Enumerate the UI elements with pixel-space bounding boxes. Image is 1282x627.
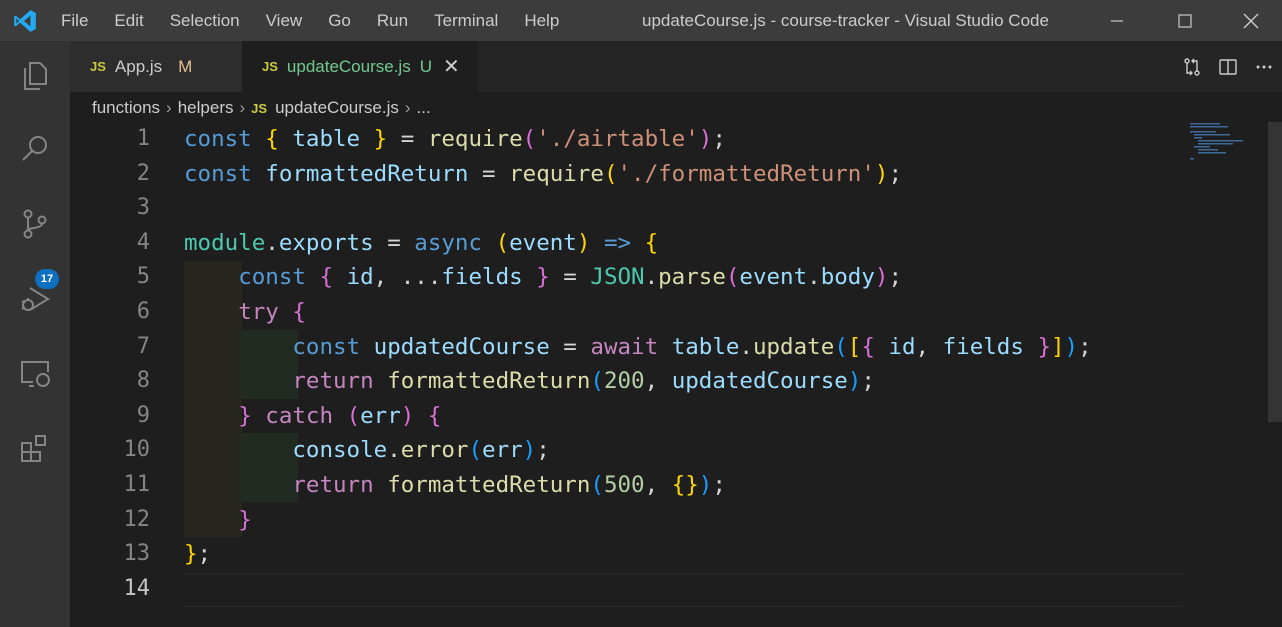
line-number: 14	[123, 575, 151, 601]
code-area[interactable]: const { table } = require('./airtable');…	[184, 122, 1092, 606]
search-icon	[22, 136, 47, 161]
code-line[interactable]: module.exports = async (event) => {	[184, 226, 1092, 261]
line-number: 4	[136, 229, 150, 255]
minimize-button[interactable]	[1094, 0, 1140, 41]
extensions-button[interactable]	[14, 427, 56, 469]
close-window-button[interactable]	[1228, 0, 1274, 41]
line-number: 12	[123, 506, 151, 532]
line-number: 8	[136, 368, 150, 394]
code-line[interactable]: const { id, ...fields } = JSON.parse(eve…	[184, 260, 1092, 295]
line-number: 2	[136, 160, 150, 186]
code-line[interactable]: };	[184, 537, 1092, 572]
more-icon	[1256, 65, 1272, 68]
line-number-gutter: 1 2 3 4 5 6 7 8 9 10 11 12 13 14	[70, 122, 151, 606]
tab-close-icon[interactable]: ✕	[443, 54, 460, 79]
activity-bar: 17	[0, 41, 70, 627]
code-line[interactable]: console.error(err);	[184, 433, 1092, 468]
chevron-right-icon: ›	[404, 98, 411, 117]
more-actions-button[interactable]	[1246, 57, 1282, 77]
vscode-logo-icon	[14, 10, 36, 32]
menu-file[interactable]: File	[48, 11, 101, 31]
breadcrumb: functions › helpers › JS updateCourse.js…	[92, 96, 431, 120]
code-line[interactable]: }	[184, 503, 1092, 538]
code-line[interactable]: return formattedReturn(500, {});	[184, 468, 1092, 503]
menu-terminal[interactable]: Terminal	[421, 11, 511, 31]
js-file-icon: JS	[262, 59, 278, 74]
menu-go[interactable]: Go	[315, 11, 364, 31]
line-number: 3	[136, 195, 150, 221]
compare-changes-icon	[1184, 57, 1200, 76]
code-editor[interactable]: 1 2 3 4 5 6 7 8 9 10 11 12 13 14 const {…	[70, 122, 1282, 627]
window-title: updateCourse.js - course-tracker - Visua…	[642, 11, 1049, 30]
menu-view[interactable]: View	[253, 11, 316, 31]
tab-label: updateCourse.js	[286, 56, 411, 76]
line-number: 5	[136, 264, 150, 290]
run-debug-button[interactable]	[14, 278, 56, 320]
chevron-right-icon: ›	[166, 98, 172, 117]
remote-explorer-icon	[21, 361, 50, 387]
menu-help[interactable]: Help	[511, 11, 572, 31]
line-number: 10	[123, 437, 151, 463]
breadcrumb-item[interactable]: updateCourse.js	[275, 98, 399, 118]
remote-explorer-button[interactable]	[14, 352, 56, 394]
breadcrumb-item[interactable]: functions	[92, 98, 160, 118]
code-line[interactable]: const updatedCourse = await table.update…	[184, 330, 1091, 365]
source-control-icon	[23, 209, 47, 239]
split-editor-icon	[1219, 58, 1237, 75]
line-number: 1	[136, 126, 150, 151]
minimap[interactable]	[1190, 122, 1265, 162]
line-number: 13	[123, 541, 151, 567]
chevron-right-icon: ›	[239, 98, 246, 117]
open-changes-button[interactable]	[1174, 57, 1210, 77]
source-control-button[interactable]	[14, 203, 56, 245]
explorer-button[interactable]	[14, 54, 56, 96]
split-editor-button[interactable]	[1210, 57, 1246, 77]
code-line[interactable]: const { table } = require('./airtable');	[184, 122, 1092, 157]
close-icon	[1243, 13, 1259, 28]
line-number: 11	[123, 471, 151, 497]
js-file-icon: JS	[90, 59, 106, 74]
code-line[interactable]: const formattedReturn = require('./forma…	[184, 157, 1092, 192]
tab-bar: JS App.js M JS updateCourse.js U ✕	[70, 41, 1282, 92]
vertical-scrollbar[interactable]	[1268, 122, 1282, 422]
tab-label: App.js	[114, 56, 163, 76]
code-line[interactable]: return formattedReturn(200, updatedCours…	[184, 364, 1092, 399]
menu-edit[interactable]: Edit	[101, 11, 156, 31]
menu-bar: File Edit Selection View Go Run Terminal…	[48, 0, 572, 41]
line-number: 7	[136, 333, 150, 359]
maximize-button[interactable]	[1162, 0, 1208, 41]
js-file-icon: JS	[251, 100, 268, 116]
editor-actions	[1174, 41, 1282, 92]
menu-selection[interactable]: Selection	[157, 11, 253, 31]
title-bar: File Edit Selection View Go Run Terminal…	[0, 0, 1282, 41]
search-button[interactable]	[14, 128, 56, 170]
breadcrumb-item[interactable]: ...	[417, 98, 431, 118]
run-debug-icon	[21, 287, 50, 311]
line-number: 6	[136, 298, 150, 324]
minimize-icon	[1111, 19, 1123, 22]
maximize-icon	[1178, 13, 1192, 28]
line-number: 9	[136, 402, 150, 428]
menu-run[interactable]: Run	[364, 11, 421, 31]
explorer-icon	[24, 62, 47, 90]
minimap-preview	[1190, 123, 1243, 160]
tab-app-js[interactable]: JS App.js M	[70, 41, 242, 92]
extensions-icon	[21, 435, 46, 462]
code-line[interactable]	[184, 191, 1092, 226]
tab-update-course-js[interactable]: JS updateCourse.js U ✕	[242, 41, 478, 92]
code-line[interactable]: try {	[184, 295, 1092, 330]
breadcrumb-item[interactable]: helpers	[178, 98, 234, 118]
tab-git-status: U	[419, 56, 432, 76]
code-line[interactable]	[184, 572, 1092, 607]
tab-git-status: M	[178, 56, 193, 76]
code-line[interactable]: } catch (err) {	[184, 399, 1092, 434]
